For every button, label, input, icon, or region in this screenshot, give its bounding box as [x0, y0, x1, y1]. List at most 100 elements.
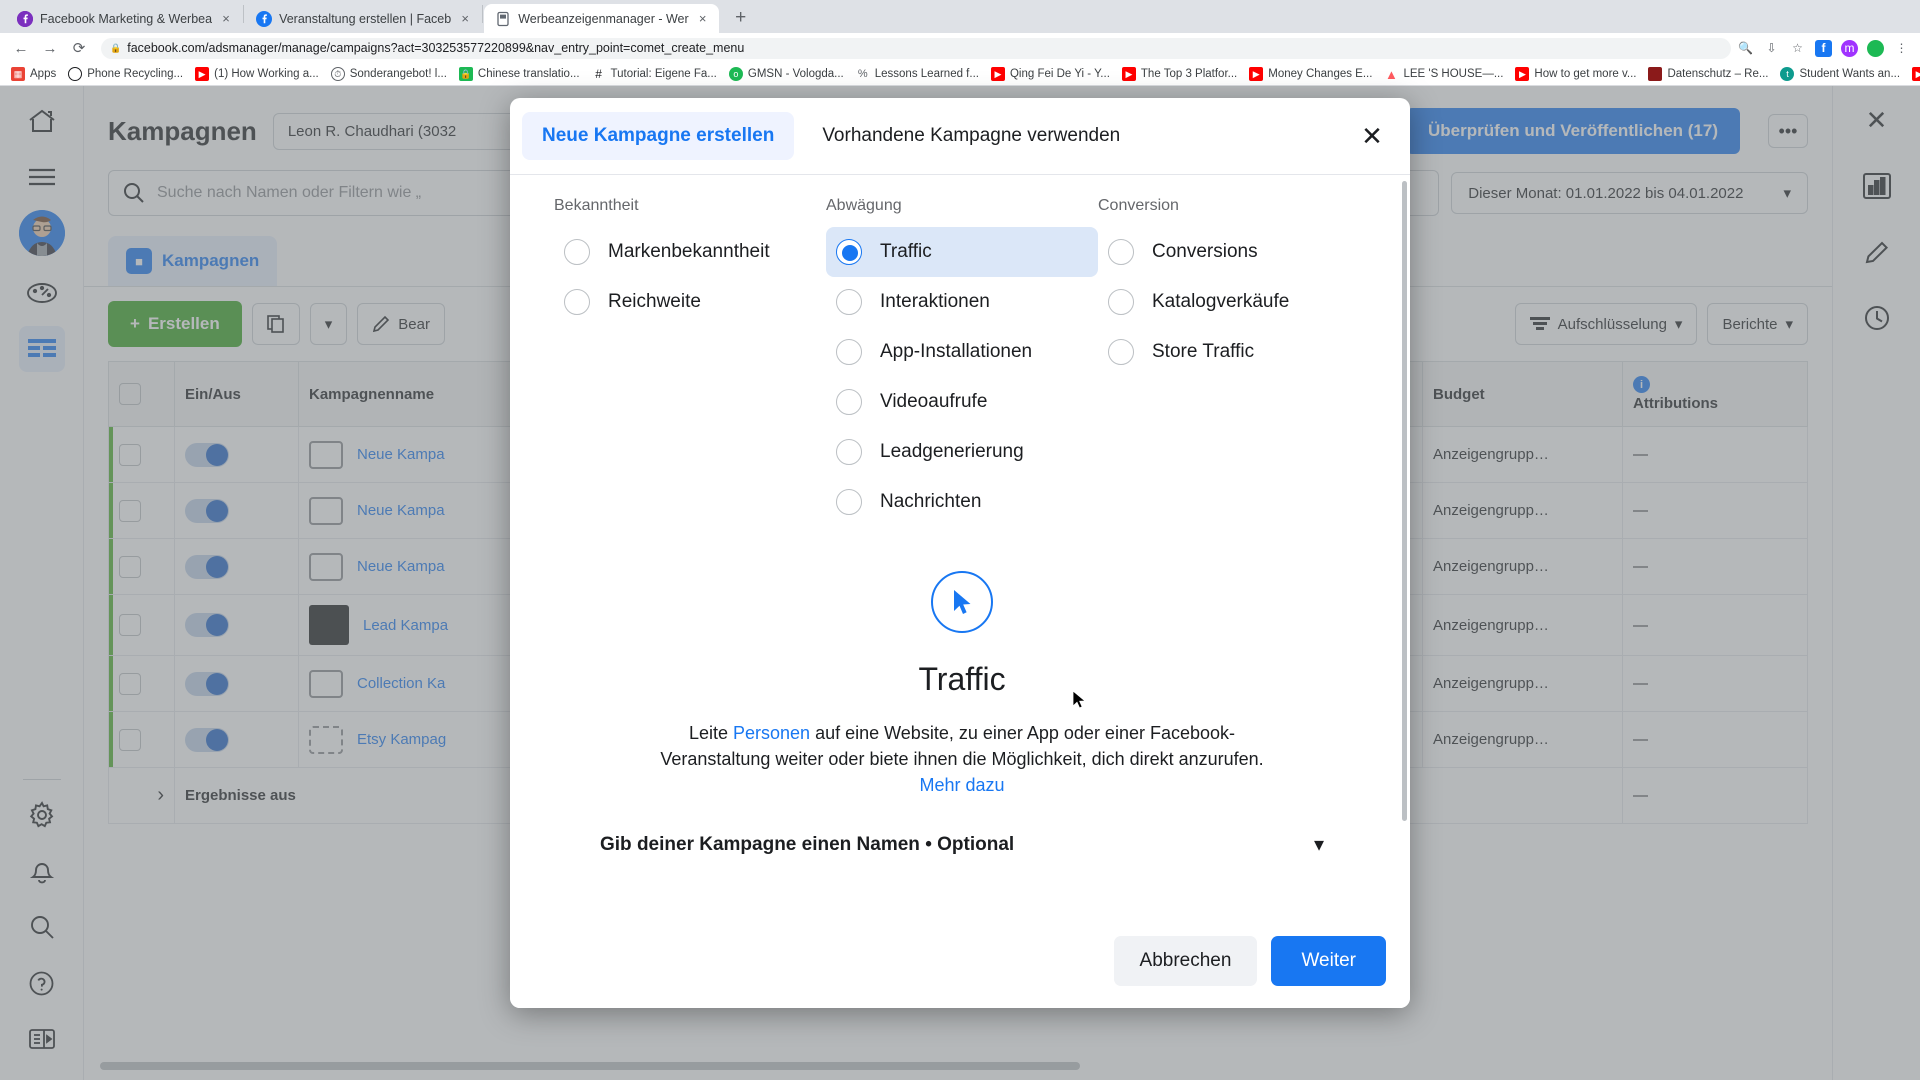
objective-column-awareness: Bekanntheit Markenbekanntheit Reichweite [554, 197, 826, 527]
bookmark-item[interactable]: ▶ How to get more v... [1510, 65, 1641, 83]
bookmark-item[interactable]: 🔒 Chinese translatio... [454, 65, 585, 83]
browser-tab[interactable]: Facebook Marketing & Werbea × [6, 4, 242, 33]
radio-button[interactable] [1108, 289, 1134, 315]
profile-icon[interactable] [1867, 39, 1884, 57]
youtube-icon: ▶ [1515, 67, 1530, 81]
radio-button[interactable] [836, 339, 862, 365]
objective-column-conversion: Conversion Conversions Katalogverkäufe S… [1098, 197, 1370, 527]
bookmark-item[interactable]: ▶ (1) How Working a... [190, 65, 324, 83]
radio-button[interactable] [836, 489, 862, 515]
bookmark-label: GMSN - Vologda... [747, 68, 844, 80]
bookmark-item[interactable]: Datenschutz – Re... [1643, 65, 1773, 83]
option-label: Leadgenerierung [880, 441, 1024, 462]
option-label: Reichweite [608, 291, 701, 312]
column-heading: Bekanntheit [554, 197, 639, 214]
objective-description: Leite Personen auf eine Website, zu eine… [642, 720, 1282, 798]
campaign-name-section[interactable]: Gib deiner Kampagne einen Namen • Option… [554, 798, 1370, 867]
bookmark-label: Student Wants an... [1799, 68, 1901, 80]
objective-columns: Bekanntheit Markenbekanntheit Reichweite… [554, 197, 1370, 527]
bookmark-label: Apps [30, 68, 57, 80]
desc-part-1: Leite [688, 723, 734, 743]
bookmarks-bar: ▦ Apps Phone Recycling... ▶ (1) How Workin… [0, 63, 1920, 86]
menu-icon[interactable]: ⋮ [1893, 40, 1910, 57]
radio-button[interactable] [564, 289, 590, 315]
install-icon[interactable]: ⇩ [1763, 40, 1780, 57]
next-button[interactable]: Weiter [1271, 936, 1386, 986]
option-label: Traffic [880, 241, 932, 262]
modal-scroll-area: Bekanntheit Markenbekanntheit Reichweite… [510, 175, 1410, 920]
bookmark-item[interactable]: ▶(2) How To Add A... [1907, 65, 1920, 83]
option-label: Conversions [1152, 241, 1258, 262]
option-nachrichten[interactable]: Nachrichten [826, 477, 1098, 527]
bookmark-item[interactable]: o GMSN - Vologda... [724, 65, 849, 83]
option-markenbekanntheit[interactable]: Markenbekanntheit [554, 227, 826, 277]
youtube-icon: ▶ [1121, 67, 1136, 81]
modal-scrollbar[interactable] [1402, 181, 1407, 821]
radio-button[interactable] [836, 289, 862, 315]
radio-button[interactable] [836, 389, 862, 415]
option-conversions[interactable]: Conversions [1098, 227, 1370, 277]
bookmark-item[interactable]: ▶ Qing Fei De Yi - Y... [986, 65, 1115, 83]
bookmark-item[interactable]: Phone Recycling... [63, 65, 188, 83]
option-app-installationen[interactable]: App-Installationen [826, 327, 1098, 377]
cancel-button[interactable]: Abbrechen [1113, 936, 1258, 986]
search-icon[interactable]: 🔍 [1737, 40, 1754, 57]
bookmark-item[interactable]: ▶ The Top 3 Platfor... [1117, 65, 1242, 83]
option-store-traffic[interactable]: Store Traffic [1098, 327, 1370, 377]
chevron-down-icon[interactable]: ▾ [1314, 832, 1324, 857]
browser-tab[interactable]: Veranstaltung erstellen | Faceb × [245, 4, 481, 33]
option-traffic[interactable]: Traffic [826, 227, 1098, 277]
close-icon[interactable]: × [696, 11, 710, 26]
objective-detail: Traffic Leite Personen auf eine Website,… [554, 571, 1370, 798]
bookmark-label: Phone Recycling... [87, 68, 184, 80]
new-tab-button[interactable]: + [727, 4, 755, 32]
close-icon[interactable]: × [458, 11, 472, 26]
youtube-icon: ▶ [195, 67, 210, 81]
radio-button-selected[interactable] [836, 239, 862, 265]
modal-footer: Abbrechen Weiter [510, 920, 1410, 1008]
forward-icon[interactable]: → [37, 35, 63, 61]
bookmark-label: LEE 'S HOUSE—... [1403, 68, 1504, 80]
radio-button[interactable] [836, 439, 862, 465]
option-katalogverkaeufe[interactable]: Katalogverkäufe [1098, 277, 1370, 327]
hash-icon: # [591, 67, 606, 81]
back-icon[interactable]: ← [8, 35, 34, 61]
star-icon[interactable]: ☆ [1789, 40, 1806, 57]
facebook-icon[interactable]: f [1815, 39, 1832, 57]
ok-icon: o [728, 67, 743, 81]
bookmark-item[interactable]: ▦ Apps [6, 65, 61, 83]
personen-link[interactable]: Personen [733, 723, 810, 743]
bookmark-item[interactable]: # Tutorial: Eigene Fa... [587, 65, 722, 83]
browser-tab-title: Veranstaltung erstellen | Faceb [279, 11, 452, 26]
youtube-icon: ▶ [1249, 67, 1264, 81]
bookmark-item[interactable]: ▲ LEE 'S HOUSE—... [1379, 65, 1508, 83]
option-interaktionen[interactable]: Interaktionen [826, 277, 1098, 327]
bookmark-item[interactable]: ▶ Money Changes E... [1244, 65, 1377, 83]
browser-tab-strip: Facebook Marketing & Werbea × Veranstalt… [0, 0, 1920, 33]
reload-icon[interactable]: ⟳ [66, 35, 92, 61]
bookmark-item[interactable]: t Student Wants an... [1775, 65, 1905, 83]
column-heading: Abwägung [826, 197, 902, 214]
image-icon [1648, 67, 1663, 81]
option-label: Videoaufrufe [880, 391, 988, 412]
apps-grid-icon: ▦ [11, 67, 25, 81]
modal-tab-new-campaign[interactable]: Neue Kampagne erstellen [522, 112, 795, 160]
option-leadgenerierung[interactable]: Leadgenerierung [826, 427, 1098, 477]
modal-tab-existing-campaign[interactable]: Vorhandene Kampagne verwenden [802, 112, 1140, 160]
bookmark-item[interactable]: % Lessons Learned f... [851, 65, 984, 83]
messenger-icon[interactable]: m [1841, 39, 1858, 57]
bookmark-item[interactable]: ⏱ Sonderangebot! l... [326, 65, 452, 83]
close-icon[interactable]: × [219, 11, 233, 26]
radio-button[interactable] [1108, 339, 1134, 365]
mehr-dazu-link[interactable]: Mehr dazu [919, 775, 1004, 795]
radio-button[interactable] [1108, 239, 1134, 265]
option-videoaufrufe[interactable]: Videoaufrufe [826, 377, 1098, 427]
clock-icon: ⏱ [330, 67, 345, 81]
option-reichweite[interactable]: Reichweite [554, 277, 826, 327]
bookmark-label: Lessons Learned f... [874, 68, 979, 80]
browser-tab-active[interactable]: Werbeanzeigenmanager - Wer × [484, 4, 719, 33]
toolbar-icon-group: 🔍 ⇩ ☆ f m ⋮ [1737, 39, 1912, 57]
radio-button[interactable] [564, 239, 590, 265]
address-bar[interactable]: 🔒 facebook.com/adsmanager/manage/campaig… [101, 37, 1731, 59]
close-icon[interactable]: ✕ [1352, 116, 1392, 156]
